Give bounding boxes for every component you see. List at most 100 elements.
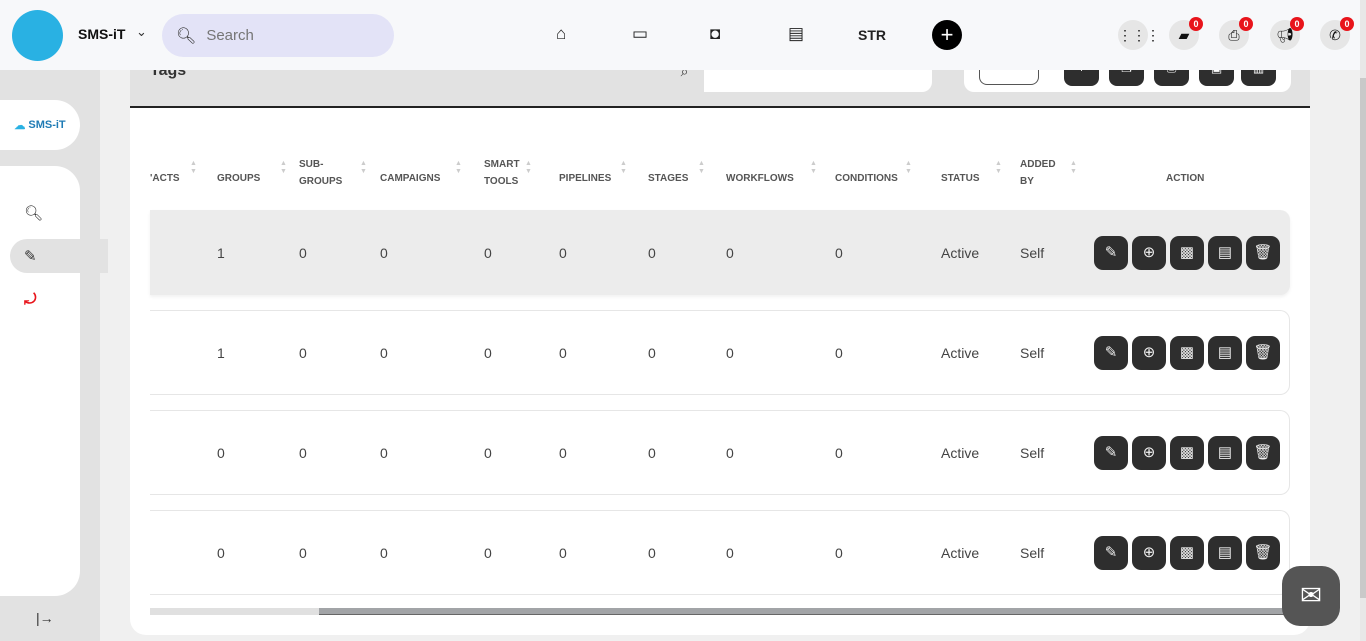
mail-icon: ✉	[1300, 580, 1322, 610]
fingerprint-icon: ▩	[1179, 244, 1195, 261]
sort-icon[interactable]: ▲ ▼	[455, 160, 462, 176]
fingerprint-button[interactable]: ▩	[1170, 436, 1204, 470]
column-header[interactable]: PIPELINES	[559, 170, 611, 187]
tag-add-button[interactable]: ⊕	[1132, 336, 1166, 370]
sort-icon[interactable]: ▲ ▼	[810, 160, 817, 176]
edit-button[interactable]: ✎	[1094, 436, 1128, 470]
edit-icon: ✎	[1104, 444, 1118, 461]
sort-icon[interactable]: ▲ ▼	[698, 160, 705, 176]
sidebar-item-return[interactable]: ⤾	[10, 282, 108, 316]
tags-panel: Tags ⌕ 10 ⌄ + ❐ ⎙ ▣ ▥ 'ACTS▲▼GROUPS▲▼SUB…	[130, 56, 1310, 635]
expand-sidebar-icon[interactable]: |→	[36, 610, 54, 626]
sort-icon[interactable]: ▲ ▼	[995, 160, 1002, 176]
edit-button[interactable]: ✎	[1094, 236, 1128, 270]
home-icon[interactable]: ⌂	[556, 24, 566, 44]
document-settings-button[interactable]: ▤	[1208, 336, 1242, 370]
store-icon[interactable]: ▤	[788, 24, 804, 44]
cell-campaigns: 0	[380, 345, 388, 361]
sort-icon[interactable]: ▲ ▼	[620, 160, 627, 176]
document-settings-button[interactable]: ▤	[1208, 436, 1242, 470]
cell-added-by: Self	[1020, 445, 1045, 461]
top-bar: SMS-iT ⌄ 🔍︎ ⌂ ▭ ◘ ▤ STR + ⋮⋮⋮ ▰0 ⎙0 📢︎0 …	[0, 0, 1360, 70]
cell-status: Active	[941, 245, 980, 261]
sidebar-item-edit[interactable]: ✎	[10, 239, 108, 273]
search-input[interactable]	[206, 27, 377, 44]
cell-subgroups: 0	[299, 245, 307, 261]
trash-button[interactable]: 🗑︎	[1246, 336, 1280, 370]
edit-button[interactable]: ✎	[1094, 336, 1128, 370]
column-header[interactable]: 'ACTS	[150, 170, 180, 187]
column-header[interactable]: ADDED BY	[1020, 156, 1056, 190]
document-settings-button[interactable]: ▤	[1208, 236, 1242, 270]
edit-icon: ✎	[24, 248, 37, 265]
cell-stages: 0	[648, 345, 656, 361]
table-row: 0 0 0 0 0 0 0 0 Active Self ✎ ⊕ ▩ ▤ 🗑︎	[150, 410, 1290, 495]
phone-button[interactable]: ✆ 0	[1320, 17, 1354, 50]
column-header[interactable]: CONDITIONS	[835, 170, 898, 187]
document-settings-button[interactable]: ▤	[1208, 536, 1242, 570]
tag-add-button[interactable]: ⊕	[1132, 236, 1166, 270]
apps-grid-button[interactable]: ⋮⋮⋮	[1118, 20, 1160, 50]
cell-status: Active	[941, 345, 980, 361]
monitor-icon[interactable]: ▭	[632, 24, 648, 44]
cell-groups: 0	[217, 545, 225, 561]
cell-added-by: Self	[1020, 345, 1045, 361]
cell-conditions: 0	[835, 345, 843, 361]
column-header[interactable]: WORKFLOWS	[726, 170, 794, 187]
edit-button[interactable]: ✎	[1094, 536, 1128, 570]
robot-icon[interactable]: ◘	[710, 24, 720, 44]
fingerprint-button[interactable]: ▩	[1170, 336, 1204, 370]
table-row: 1 0 0 0 0 0 0 0 Active Self ✎ ⊕ ▩ ▤ 🗑︎	[150, 210, 1290, 295]
fingerprint-button[interactable]: ▩	[1170, 236, 1204, 270]
trash-icon: 🗑︎	[1253, 444, 1273, 461]
cell-stages: 0	[648, 545, 656, 561]
tag-add-button[interactable]: ⊕	[1132, 536, 1166, 570]
cell-workflows: 0	[726, 245, 734, 261]
column-header[interactable]: STAGES	[648, 170, 688, 187]
cell-smart-tools: 0	[484, 345, 492, 361]
trash-button[interactable]: 🗑︎	[1246, 436, 1280, 470]
trash-button[interactable]: 🗑︎	[1246, 236, 1280, 270]
column-header[interactable]: GROUPS	[217, 170, 260, 187]
cell-workflows: 0	[726, 345, 734, 361]
cell-status: Active	[941, 545, 980, 561]
column-header[interactable]: STATUS	[941, 170, 980, 187]
search-icon: 🔍︎	[176, 27, 197, 45]
search-box[interactable]: 🔍︎	[162, 14, 394, 57]
sort-icon[interactable]: ▲ ▼	[280, 160, 287, 176]
sort-icon[interactable]: ▲ ▼	[905, 160, 912, 176]
sort-icon[interactable]: ▲ ▼	[1070, 160, 1077, 176]
str-link[interactable]: STR	[858, 27, 886, 43]
table-row: 1 0 0 0 0 0 0 0 Active Self ✎ ⊕ ▩ ▤ 🗑︎	[150, 310, 1290, 395]
horizontal-scrollbar[interactable]	[150, 608, 1310, 615]
mail-button[interactable]: ✉	[1282, 566, 1340, 626]
column-header[interactable]: SMART TOOLS	[484, 156, 520, 190]
sort-icon[interactable]: ▲ ▼	[360, 160, 367, 176]
megaphone-button[interactable]: 📢︎ 0	[1270, 17, 1304, 50]
vertical-scrollbar[interactable]	[1360, 0, 1366, 641]
trash-button[interactable]: 🗑︎	[1246, 536, 1280, 570]
workspace-name[interactable]: SMS-iT	[78, 26, 125, 42]
column-header[interactable]: SUB- GROUPS	[299, 156, 342, 190]
cell-conditions: 0	[835, 545, 843, 561]
column-header[interactable]: ACTION	[1166, 170, 1204, 187]
fingerprint-button[interactable]: ▩	[1170, 536, 1204, 570]
chevron-down-icon[interactable]: ⌄	[136, 24, 147, 40]
tag-add-button[interactable]: ⊕	[1132, 436, 1166, 470]
add-button[interactable]: +	[932, 20, 962, 50]
cell-campaigns: 0	[380, 245, 388, 261]
sort-icon[interactable]: ▲ ▼	[190, 160, 197, 176]
fingerprint-icon: ▩	[1179, 444, 1195, 461]
sidebar-item-analytics[interactable]: 🔍︎	[10, 196, 108, 230]
avatar[interactable]	[12, 10, 63, 61]
document-settings-icon: ▤	[1217, 344, 1233, 361]
printer-button[interactable]: ⎙ 0	[1219, 17, 1253, 50]
column-header[interactable]: CAMPAIGNS	[380, 170, 440, 187]
cell-pipelines: 0	[559, 245, 567, 261]
document-settings-icon: ▤	[1217, 544, 1233, 561]
chat-button[interactable]: ▰ 0	[1169, 17, 1203, 50]
edit-icon: ✎	[1104, 244, 1118, 261]
cell-workflows: 0	[726, 545, 734, 561]
sort-icon[interactable]: ▲ ▼	[525, 160, 532, 176]
trash-icon: 🗑︎	[1253, 244, 1273, 261]
